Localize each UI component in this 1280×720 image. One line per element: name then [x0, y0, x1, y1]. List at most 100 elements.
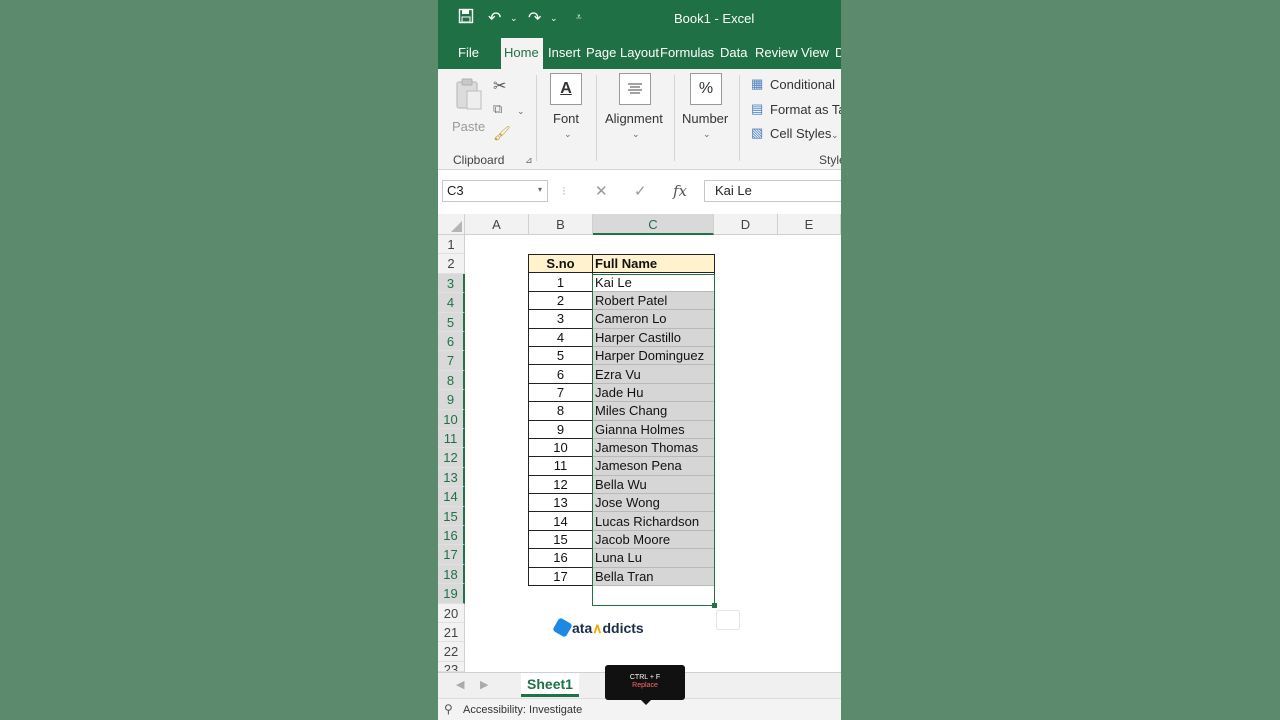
scroll-sheets-left-icon[interactable]: ◀	[456, 678, 464, 691]
row-header-13[interactable]: 13	[438, 467, 465, 488]
row-header-19[interactable]: 19	[438, 584, 465, 604]
row-header-21[interactable]: 21	[438, 623, 465, 643]
row-header-23[interactable]: 23	[438, 661, 465, 672]
sno-cell[interactable]: 9	[528, 419, 593, 439]
scroll-sheets-right-icon[interactable]: ▶	[480, 678, 488, 691]
insert-function-icon[interactable]: fx	[673, 182, 687, 200]
name-cell[interactable]: Harper Dominguez	[592, 345, 715, 366]
name-cell[interactable]: Jacob Moore	[592, 529, 715, 550]
sno-cell[interactable]: 2	[528, 290, 593, 311]
name-cell[interactable]: Harper Castillo	[592, 327, 715, 347]
sheet-tab-sheet1[interactable]: Sheet1	[521, 673, 579, 697]
row-header-4[interactable]: 4	[438, 293, 465, 313]
name-cell[interactable]: Robert Patel	[592, 290, 715, 311]
sno-cell[interactable]: 3	[528, 309, 593, 329]
row-header-1[interactable]: 1	[438, 235, 465, 255]
number-button[interactable]: % Number ⌄	[680, 73, 736, 145]
paste-button[interactable]: Paste	[452, 75, 485, 135]
customize-qat-icon[interactable]: ⩡	[576, 12, 582, 23]
name-cell[interactable]: Kai Le	[592, 272, 715, 292]
undo-icon[interactable]: ↶	[488, 8, 501, 28]
name-cell[interactable]: Luna Lu	[592, 548, 715, 568]
header-cell-sno[interactable]: S.no	[528, 253, 593, 274]
font-button[interactable]: A Font ⌄	[546, 73, 590, 145]
tab-data[interactable]: Data	[720, 45, 747, 60]
redo-dropdown-icon[interactable]: ⌄	[550, 13, 558, 24]
sno-cell[interactable]: 8	[528, 401, 593, 421]
name-cell[interactable]: Gianna Holmes	[592, 419, 715, 439]
row-header-20[interactable]: 20	[438, 603, 465, 623]
name-cell[interactable]: Jameson Pena	[592, 456, 715, 476]
select-all-button[interactable]	[438, 214, 465, 235]
formula-input[interactable]: Kai Le	[704, 180, 841, 202]
column-header-a[interactable]: A	[465, 214, 529, 235]
sno-cell[interactable]: 12	[528, 474, 593, 495]
row-header-17[interactable]: 17	[438, 545, 465, 565]
row-header-9[interactable]: 9	[438, 390, 465, 410]
fill-handle[interactable]	[712, 603, 717, 608]
sno-cell[interactable]: 4	[528, 327, 593, 347]
sno-cell[interactable]: 7	[528, 382, 593, 403]
name-cell[interactable]: Miles Chang	[592, 401, 715, 421]
row-header-14[interactable]: 14	[438, 487, 465, 507]
row-header-2[interactable]: 2	[438, 254, 465, 274]
sno-cell[interactable]: 1	[528, 272, 593, 292]
worksheet-grid[interactable]: A B C D E 1 2 3 4 5 6 7 8 9 10 11 12 13 …	[438, 214, 841, 672]
name-box[interactable]: C3 ▾	[442, 180, 548, 202]
save-icon[interactable]	[458, 8, 474, 29]
cancel-entry-icon[interactable]: ✕	[595, 182, 608, 200]
name-box-dropdown-icon[interactable]: ▾	[538, 185, 542, 194]
name-cell[interactable]: Jose Wong	[592, 493, 715, 513]
conditional-formatting-icon[interactable]: ▦	[751, 76, 763, 92]
tab-page-layout[interactable]: Page Layout	[586, 45, 659, 60]
sno-cell[interactable]: 13	[528, 493, 593, 513]
confirm-entry-icon[interactable]: ✓	[634, 182, 647, 200]
format-as-table-icon[interactable]: ▤	[751, 101, 763, 117]
name-cell[interactable]: Cameron Lo	[592, 309, 715, 329]
tab-view[interactable]: View	[801, 45, 829, 60]
tab-review[interactable]: Review	[755, 45, 798, 60]
sno-cell[interactable]: 16	[528, 548, 593, 568]
column-header-c[interactable]: C	[593, 214, 714, 235]
tab-insert[interactable]: Insert	[548, 45, 581, 60]
undo-dropdown-icon[interactable]: ⌄	[510, 13, 518, 24]
sno-cell[interactable]: 17	[528, 566, 593, 587]
sno-cell[interactable]: 6	[528, 364, 593, 384]
cell-styles-button[interactable]: Cell Styles	[770, 126, 831, 141]
column-header-b[interactable]: B	[529, 214, 593, 235]
accessibility-icon[interactable]: ⚲	[444, 702, 453, 716]
row-header-7[interactable]: 7	[438, 351, 465, 371]
row-header-12[interactable]: 12	[438, 448, 465, 468]
copy-icon[interactable]: ⧉	[493, 101, 502, 117]
copy-dropdown-icon[interactable]: ⌄	[517, 106, 525, 117]
redo-icon[interactable]: ↷	[528, 8, 541, 28]
name-cell[interactable]: Bella Wu	[592, 474, 715, 495]
name-cell[interactable]: Bella Tran	[592, 566, 715, 587]
row-header-3[interactable]: 3	[438, 273, 465, 294]
alignment-button[interactable]: Alignment ⌄	[604, 73, 668, 145]
cell-styles-icon[interactable]: ▧	[751, 125, 763, 141]
sno-cell[interactable]: 11	[528, 456, 593, 476]
sno-cell[interactable]: 5	[528, 345, 593, 366]
column-header-e[interactable]: E	[778, 214, 841, 235]
row-header-8[interactable]: 8	[438, 370, 465, 391]
tab-file[interactable]: File	[458, 45, 479, 60]
tab-formulas[interactable]: Formulas	[660, 45, 714, 60]
name-cell[interactable]: Ezra Vu	[592, 364, 715, 384]
tab-home[interactable]: Home	[501, 38, 543, 69]
row-header-16[interactable]: 16	[438, 526, 465, 546]
sno-cell[interactable]: 15	[528, 529, 593, 550]
row-header-6[interactable]: 6	[438, 332, 465, 352]
cell-styles-dropdown-icon[interactable]: ⌄	[831, 130, 839, 141]
row-header-18[interactable]: 18	[438, 564, 465, 585]
column-header-d[interactable]: D	[714, 214, 778, 235]
row-header-10[interactable]: 10	[438, 409, 465, 429]
row-header-5[interactable]: 5	[438, 312, 465, 332]
row-header-22[interactable]: 22	[438, 642, 465, 662]
sno-cell[interactable]: 10	[528, 437, 593, 458]
format-as-table-button[interactable]: Format as Ta	[770, 102, 841, 117]
row-header-11[interactable]: 11	[438, 429, 465, 449]
name-cell[interactable]: Jameson Thomas	[592, 437, 715, 458]
name-cell[interactable]: Lucas Richardson	[592, 511, 715, 531]
quick-analysis-icon[interactable]	[716, 610, 740, 630]
